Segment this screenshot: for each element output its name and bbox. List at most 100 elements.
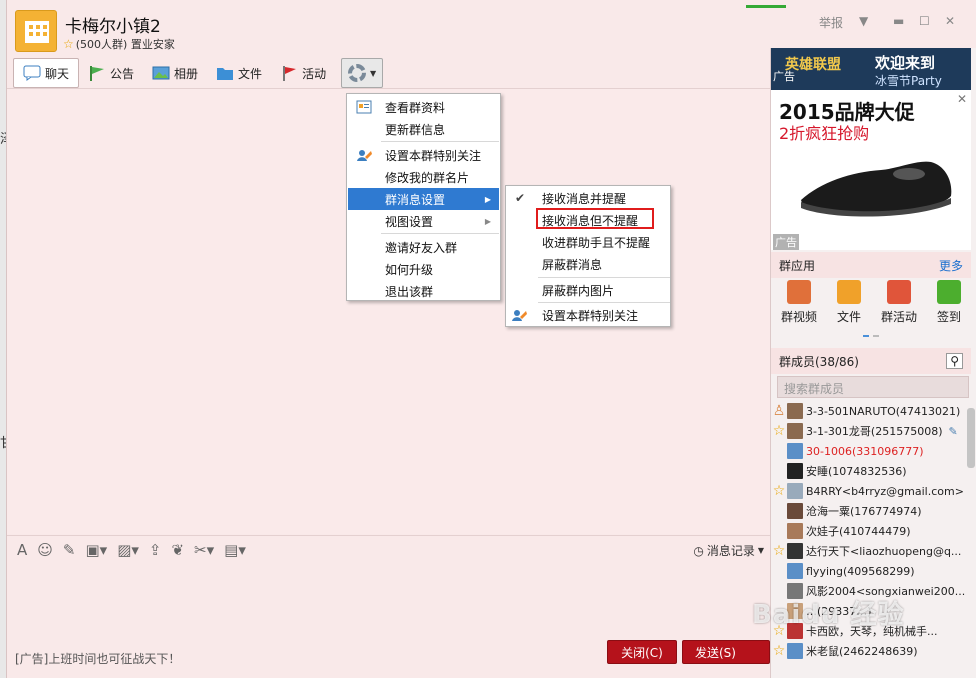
member-list-scrollbar[interactable]: [967, 408, 975, 468]
ad-close-icon[interactable]: ✕: [957, 92, 967, 106]
admin-star-icon: ☆: [772, 643, 786, 659]
dropdown-arrow-icon[interactable]: ▼: [859, 14, 868, 28]
member-row[interactable]: 次娃子(410744479): [771, 521, 971, 541]
member-row[interactable]: ♙ 3-3-501NARUTO(47413021): [771, 401, 971, 421]
pager-dot[interactable]: [863, 335, 869, 337]
members-title: 群成员(38/86): [779, 354, 859, 369]
more-apps-link[interactable]: 更多: [939, 257, 963, 274]
ad-label: 广告: [773, 70, 795, 83]
app-files[interactable]: 文件: [836, 280, 861, 330]
app-group-video[interactable]: 群视频: [781, 280, 817, 330]
submenu-item-receive-and-notify[interactable]: ✔ 接收消息并提醒: [507, 187, 669, 209]
group-name[interactable]: 卡梅尔小镇2: [65, 12, 161, 37]
shoe-ad[interactable]: 2015品牌大促 2折疯狂抢购 ✕ 广告: [771, 90, 971, 250]
member-search-input[interactable]: 搜索群成员: [777, 376, 969, 398]
member-name: 30-1006(331096777): [806, 444, 924, 458]
submenu-item-label: 设置本群特别关注: [542, 308, 639, 323]
member-row[interactable]: ☆ 达行天下<liaozhuopeng@q...: [771, 541, 971, 561]
message-input[interactable]: [7, 563, 770, 638]
tab-files[interactable]: 文件: [207, 58, 271, 88]
menu-item-label: 如何升级: [385, 262, 434, 277]
submenu-item-label: 收进群助手且不提醒: [542, 235, 651, 250]
admin-star-icon: ☆: [772, 483, 786, 499]
member-row[interactable]: ☆ 米老鼠(2462248639): [771, 641, 971, 661]
message-history-button[interactable]: ◷ 消息记录 ▼: [693, 542, 764, 559]
member-row[interactable]: ☆ B4RRY<b4rryz@gmail.com>: [771, 481, 971, 501]
send-button[interactable]: 发送(S): [682, 640, 770, 664]
member-row[interactable]: flyying(409568299): [771, 561, 971, 581]
submenu-arrow-icon: ▶: [484, 194, 491, 204]
submenu-item-label: 接收消息并提醒: [542, 191, 627, 206]
game-ad-banner[interactable]: 英雄联盟 广告 欢迎来到 冰雪节Party: [771, 48, 971, 90]
group-apps: 群视频 文件 群活动 签到: [771, 280, 971, 330]
tab-label: 文件: [238, 66, 263, 81]
gift-icon[interactable]: ▣▾: [85, 541, 107, 559]
tab-album[interactable]: 相册: [143, 58, 207, 88]
search-icon[interactable]: ⚲: [946, 353, 963, 369]
folder-icon: [217, 68, 234, 80]
settings-menu-button[interactable]: ▼: [341, 58, 384, 88]
folder-icon: [836, 280, 861, 304]
edit-icon[interactable]: ✎: [949, 425, 958, 438]
member-row[interactable]: ☆ 3-1-301龙哥(251575008) ✎: [771, 421, 971, 441]
checkmark-icon: ✔: [515, 191, 526, 205]
menu-item-label: 视图设置: [385, 214, 434, 229]
menu-item-label: 查看群资料: [385, 100, 446, 115]
app-checkin[interactable]: 签到: [936, 280, 961, 330]
menu-divider: [381, 141, 499, 142]
app-group-activity[interactable]: 群活动: [881, 280, 917, 330]
admin-star-icon: ☆: [772, 543, 786, 559]
font-icon[interactable]: A: [17, 541, 27, 559]
menu-item-exit-group[interactable]: 退出该群: [348, 280, 499, 302]
chevron-down-icon: ▼: [757, 546, 764, 555]
menu-item-special-attention[interactable]: 设置本群特别关注: [348, 144, 499, 166]
menu-item-view-group-info[interactable]: 查看群资料: [348, 96, 499, 118]
menu-item-message-settings[interactable]: 群消息设置 ▶: [348, 188, 499, 210]
menu-item-label: 修改我的群名片: [385, 170, 470, 185]
group-subtitle-text: (500人群) 置业安家: [75, 38, 175, 51]
image-icon[interactable]: ▨▾: [117, 541, 139, 559]
attention-people-icon: [357, 150, 372, 161]
input-toolbar: A ☺ ✎ ▣▾ ▨▾ ⇪ ❦ ✂▾ ▤▾ ◷ 消息记录 ▼: [7, 535, 770, 563]
member-row[interactable]: 安睡(1074832536): [771, 461, 971, 481]
member-row[interactable]: 沧海一粟(176774974): [771, 501, 971, 521]
report-link[interactable]: 举报: [819, 14, 843, 31]
submenu-item-block-messages[interactable]: 屏蔽群消息: [507, 253, 669, 275]
menu-item-edit-card[interactable]: 修改我的群名片: [348, 166, 499, 188]
member-name: 3-3-501NARUTO(47413021): [806, 404, 961, 418]
members-header: 群成员(38/86) ⚲: [771, 348, 971, 374]
emoji-icon[interactable]: ☺: [37, 541, 53, 559]
leaf-icon[interactable]: ❦: [171, 541, 184, 559]
upload-icon[interactable]: ⇪: [149, 541, 162, 559]
activity-icon: [886, 280, 911, 304]
tab-label: 相册: [174, 66, 199, 81]
submenu-item-special-attention[interactable]: 设置本群特别关注: [507, 304, 669, 326]
tab-announcement[interactable]: 公告: [79, 58, 143, 88]
tab-activity[interactable]: 活动: [271, 58, 335, 88]
group-avatar[interactable]: [15, 10, 57, 52]
video-icon: [786, 280, 811, 304]
member-row[interactable]: 30-1006(331096777): [771, 441, 971, 461]
menu-item-invite-friends[interactable]: 邀请好友入群: [348, 236, 499, 258]
minimize-icon[interactable]: ▬: [893, 14, 904, 28]
chat-icon: [23, 65, 41, 81]
menu-item-how-to-upgrade[interactable]: 如何升级: [348, 258, 499, 280]
close-icon[interactable]: ✕: [945, 14, 955, 28]
tab-chat[interactable]: 聊天: [13, 58, 80, 88]
maximize-icon[interactable]: ☐: [919, 14, 930, 28]
more-tools-icon[interactable]: ▤▾: [224, 541, 246, 559]
submenu-item-block-images[interactable]: 屏蔽群内图片: [507, 279, 669, 301]
submenu-item-move-to-assistant[interactable]: 收进群助手且不提醒: [507, 231, 669, 253]
member-name: 沧海一粟(176774974): [806, 505, 922, 518]
menu-item-label: 设置本群特别关注: [385, 148, 482, 163]
close-button[interactable]: 关闭(C): [607, 640, 677, 664]
screenshot-scissors-icon[interactable]: ✂▾: [194, 541, 214, 559]
menu-item-refresh-group-info[interactable]: 更新群信息: [348, 118, 499, 140]
ad-label: 广告: [773, 234, 799, 250]
footer-ad-link[interactable]: [广告]上班时间也可征战天下！: [15, 650, 180, 667]
submenu-item-label: 屏蔽群消息: [542, 257, 603, 272]
magic-wand-icon[interactable]: ✎: [63, 541, 76, 559]
pager-dot[interactable]: [873, 335, 879, 337]
apps-pager: [863, 335, 879, 337]
menu-item-view-settings[interactable]: 视图设置 ▶: [348, 210, 499, 232]
